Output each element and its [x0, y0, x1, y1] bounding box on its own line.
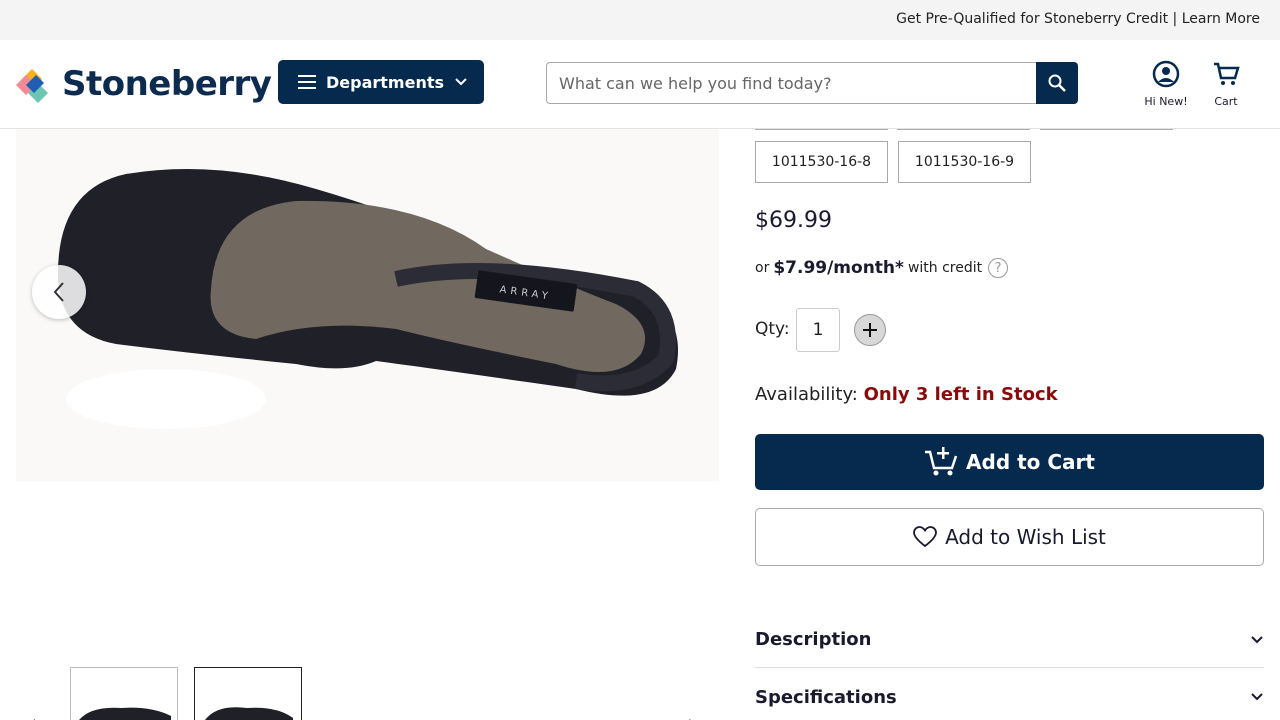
credit-promo-link[interactable]: Get Pre-Qualified for Stoneberry Credit … — [896, 11, 1260, 27]
add-to-cart-button[interactable]: Add to Cart — [755, 434, 1264, 490]
specifications-heading: Specifications — [755, 686, 897, 708]
credit-suffix: with credit — [907, 260, 983, 276]
add-to-cart-label: Add to Cart — [966, 450, 1095, 474]
description-accordion[interactable]: Description — [755, 612, 1264, 668]
account-button[interactable]: Hi New! — [1140, 60, 1192, 108]
prev-image-button[interactable] — [32, 265, 86, 319]
thumbnail-image — [205, 707, 293, 720]
cart-icon — [1214, 62, 1240, 85]
account-label: Hi New! — [1144, 95, 1188, 108]
sku-option[interactable]: 1011530-16-8 — [755, 141, 888, 183]
thumbnail-image — [79, 707, 171, 720]
quantity-input[interactable] — [796, 308, 840, 352]
availability: Availability: Only 3 left in Stock — [755, 384, 1058, 405]
site-header: Stoneberry Departments Hi New! — [0, 40, 1280, 129]
heart-icon — [913, 526, 937, 548]
qty-increase-button[interactable] — [854, 314, 886, 346]
hamburger-menu-icon — [298, 75, 316, 89]
chevron-down-icon — [1251, 693, 1263, 701]
credit-amount: $7.99/month* — [773, 258, 904, 278]
shoe-image: ARRAY — [16, 129, 719, 481]
search-button[interactable] — [1036, 62, 1078, 104]
thumbs-prev-icon[interactable]: ‹ — [30, 712, 36, 720]
description-heading: Description — [755, 629, 872, 650]
chevron-down-icon — [455, 78, 467, 86]
product-main-image[interactable]: ARRAY — [16, 129, 719, 481]
chevron-left-icon — [53, 282, 64, 302]
add-cart-icon — [925, 447, 958, 476]
departments-label: Departments — [326, 72, 445, 92]
cart-label: Cart — [1214, 95, 1238, 108]
product-price: $69.99 — [755, 208, 832, 233]
thumbnail-1[interactable] — [70, 667, 178, 720]
logo-text: Stoneberry — [62, 64, 272, 104]
promo-bar: Get Pre-Qualified for Stoneberry Credit … — [0, 0, 1280, 40]
add-to-wishlist-button[interactable]: Add to Wish List — [755, 508, 1264, 566]
thumbnail-2[interactable] — [194, 667, 302, 720]
cart-button[interactable]: Cart — [1206, 60, 1246, 108]
thumbs-next-icon[interactable]: › — [688, 712, 694, 720]
stock-status: Only 3 left in Stock — [863, 384, 1058, 405]
account-icon — [1152, 60, 1180, 88]
departments-button[interactable]: Departments — [278, 60, 484, 104]
stoneberry-logo[interactable]: Stoneberry — [16, 62, 272, 106]
wishlist-label: Add to Wish List — [945, 525, 1106, 549]
sku-option[interactable]: 1011530-16-9 — [898, 141, 1031, 183]
chevron-down-icon — [1251, 635, 1263, 643]
plus-icon — [863, 323, 877, 337]
help-icon[interactable]: ? — [988, 258, 1009, 278]
availability-label: Availability: — [755, 384, 858, 405]
search-input[interactable] — [546, 62, 1036, 104]
logo-mark-icon — [16, 69, 48, 103]
credit-prefix: or — [755, 260, 770, 276]
specifications-accordion[interactable]: Specifications — [755, 669, 1264, 720]
qty-label: Qty: — [755, 319, 790, 339]
credit-offer: or $7.99/month* with credit ? — [755, 258, 1009, 278]
search-icon — [1048, 74, 1066, 92]
